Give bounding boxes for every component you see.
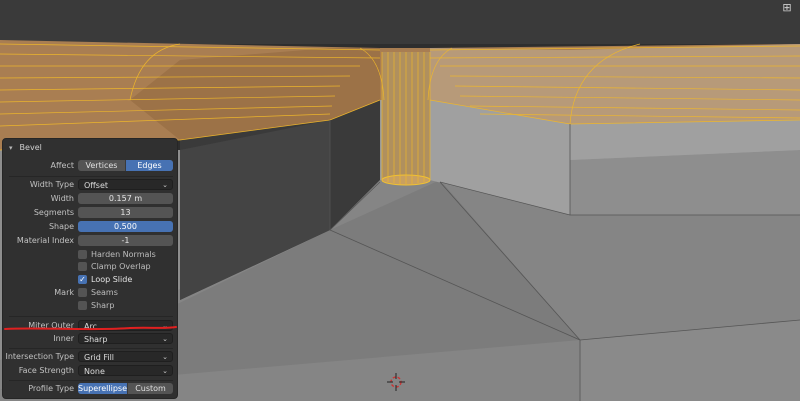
affect-toggle[interactable]: Vertices Edges <box>78 160 173 171</box>
face-strength-row: Face Strength None ⌄ <box>3 365 179 377</box>
face-strength-dropdown[interactable]: None ⌄ <box>78 365 173 376</box>
miter-outer-label: Miter Outer <box>28 321 74 330</box>
width-row: Width 0.157 m <box>3 193 179 205</box>
affect-row: Affect Vertices Edges <box>3 160 179 172</box>
intersection-type-value: Grid Fill <box>84 353 115 362</box>
bevel-operator-panel[interactable]: ▾ Bevel Affect Vertices Edges Width Type… <box>2 138 178 399</box>
chevron-down-icon: ⌄ <box>162 335 168 343</box>
affect-vertices-button[interactable]: Vertices <box>78 160 125 171</box>
inner-row: Inner Sharp ⌄ <box>3 333 179 345</box>
width-type-label: Width Type <box>29 180 74 189</box>
clamp-overlap-row[interactable]: Clamp Overlap <box>3 261 179 273</box>
width-label: Width <box>50 194 74 203</box>
loop-slide-label: Loop Slide <box>91 275 133 284</box>
mark-sharp-label: Sharp <box>91 301 115 310</box>
face-strength-value: None <box>84 367 105 376</box>
divider <box>9 380 173 381</box>
harden-normals-checkbox[interactable] <box>78 250 87 259</box>
intersection-type-label: Intersection Type <box>5 352 74 361</box>
inner-value: Sharp <box>84 335 108 344</box>
width-field[interactable]: 0.157 m <box>78 193 173 204</box>
face-strength-label: Face Strength <box>18 366 74 375</box>
loop-slide-row[interactable]: ✓ Loop Slide <box>3 274 179 286</box>
mark-sharp-row[interactable]: Sharp <box>3 300 179 312</box>
miter-outer-row: Miter Outer Arc ⌄ <box>3 320 179 332</box>
chevron-down-icon: ⌄ <box>162 353 168 361</box>
segments-field[interactable]: 13 <box>78 207 173 218</box>
clamp-overlap-label: Clamp Overlap <box>91 262 151 271</box>
mark-seams-row[interactable]: Mark Seams <box>3 287 179 299</box>
intersection-type-row: Intersection Type Grid Fill ⌄ <box>3 351 179 363</box>
mark-label: Mark <box>54 288 74 297</box>
chevron-down-icon: ⌄ <box>162 322 168 330</box>
divider <box>9 176 173 177</box>
mark-seams-label: Seams <box>91 288 118 297</box>
inner-miter-dropdown[interactable]: Sharp ⌄ <box>78 333 173 344</box>
panel-header[interactable]: ▾ Bevel <box>9 142 42 154</box>
profile-type-toggle[interactable]: Superellipse Custom <box>78 383 173 394</box>
material-index-field[interactable]: -1 <box>78 235 173 246</box>
clamp-overlap-checkbox[interactable] <box>78 262 87 271</box>
profile-type-label: Profile Type <box>28 384 74 393</box>
loop-slide-checkbox[interactable]: ✓ <box>78 275 87 284</box>
chevron-down-icon[interactable]: ▾ <box>9 142 17 154</box>
profile-type-row: Profile Type Superellipse Custom <box>3 383 179 395</box>
divider <box>9 348 173 349</box>
shape-row: Shape 0.500 <box>3 221 179 233</box>
width-type-row: Width Type Offset ⌄ <box>3 179 179 191</box>
segments-label: Segments <box>33 208 74 217</box>
segments-row: Segments 13 <box>3 207 179 219</box>
chevron-down-icon: ⌄ <box>162 181 168 189</box>
chevron-down-icon: ⌄ <box>162 367 168 375</box>
grid-icon[interactable]: ⊞ <box>780 2 794 14</box>
profile-custom-button[interactable]: Custom <box>127 383 173 394</box>
material-index-label: Material Index <box>16 236 74 245</box>
inner-label: Inner <box>53 334 74 343</box>
panel-title: Bevel <box>19 143 42 152</box>
affect-label: Affect <box>50 161 74 170</box>
shape-slider[interactable]: 0.500 <box>78 221 173 232</box>
width-type-value: Offset <box>84 181 109 190</box>
intersection-type-dropdown[interactable]: Grid Fill ⌄ <box>78 351 173 362</box>
harden-normals-row[interactable]: Harden Normals <box>3 249 179 261</box>
divider <box>9 316 173 317</box>
profile-superellipse-button[interactable]: Superellipse <box>78 383 128 394</box>
miter-outer-dropdown[interactable]: Arc ⌄ <box>78 320 173 331</box>
mark-sharp-checkbox[interactable] <box>78 301 87 310</box>
affect-edges-button[interactable]: Edges <box>125 160 173 171</box>
shape-label: Shape <box>48 222 74 231</box>
harden-normals-label: Harden Normals <box>91 250 156 259</box>
miter-outer-value: Arc <box>84 322 97 331</box>
mark-seams-checkbox[interactable] <box>78 288 87 297</box>
material-index-row: Material Index -1 <box>3 235 179 247</box>
width-type-dropdown[interactable]: Offset ⌄ <box>78 179 173 190</box>
